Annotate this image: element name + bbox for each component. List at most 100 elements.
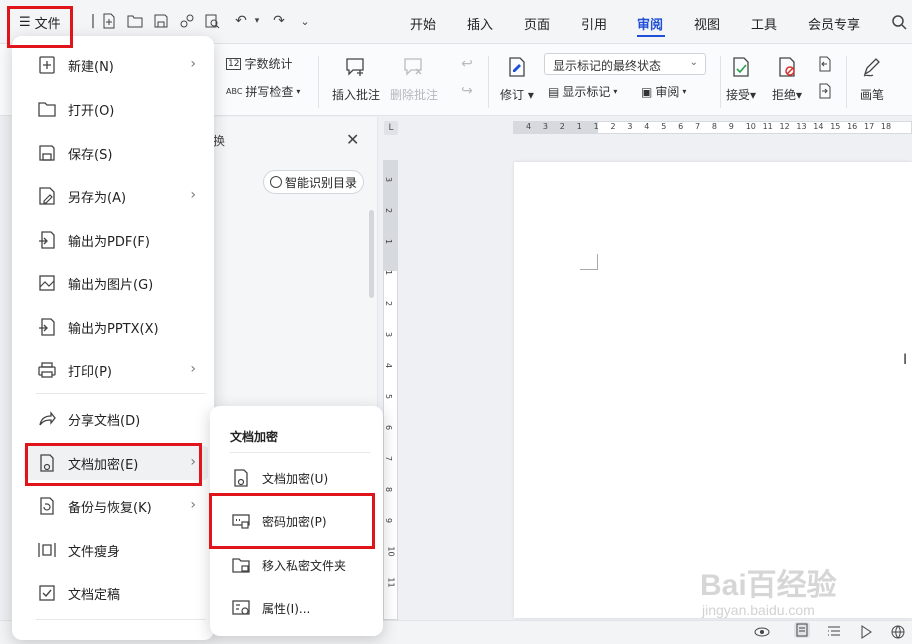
menu-item-export-pdf[interactable]: 输出为PDF(F) <box>24 223 208 257</box>
pen-button[interactable]: 画笔 <box>860 56 884 103</box>
undo-dropdown-icon[interactable]: ▾ <box>248 12 266 30</box>
chevron-right-icon: › <box>190 187 196 203</box>
ruler-tick-label: 8 <box>384 486 394 493</box>
ruler-tick-label: 2 <box>559 122 565 131</box>
ruler-tick-label: 5 <box>661 122 667 131</box>
markup-state-select[interactable]: 显示标记的最终状态 ⌄ <box>544 53 706 75</box>
save-icon <box>36 142 58 164</box>
outline-view-icon[interactable] <box>826 624 842 640</box>
tab-insert[interactable]: 插入 <box>467 14 493 33</box>
new-doc-icon[interactable] <box>100 12 118 30</box>
ribbon-divider <box>720 56 721 108</box>
next-revision-icon[interactable] <box>816 82 834 100</box>
hamburger-icon: ☰ <box>19 14 31 30</box>
menu-item-slim[interactable]: 文件瘦身 <box>24 533 208 567</box>
chevron-down-icon: ▾ <box>682 87 687 96</box>
delete-comment-button[interactable]: 删除批注 <box>390 56 438 103</box>
ruler-tick-label: 7 <box>695 122 701 131</box>
tab-reference[interactable]: 引用 <box>581 14 607 33</box>
show-markup-button[interactable]: ▤ 显示标记 ▾ <box>548 83 617 100</box>
word-count-icon: 12 <box>226 57 242 70</box>
tab-view[interactable]: 视图 <box>694 14 720 33</box>
ruler-tick-label: 4 <box>644 122 650 131</box>
ruler-tick-label: 16 <box>847 122 858 131</box>
globe-icon[interactable] <box>890 624 906 640</box>
nav-scrollbar[interactable] <box>369 210 374 298</box>
smart-toc-button[interactable]: 智能识别目录 <box>263 170 365 194</box>
menu-item-save-as[interactable]: 另存为(A) › <box>24 179 208 213</box>
menu-item-print[interactable]: 打印(P) › <box>24 353 208 387</box>
submenu-item-document-encrypt[interactable]: 文档加密(U) <box>218 460 375 496</box>
ruler-tick-label: 12 <box>779 122 790 131</box>
file-menu-label: 文件 <box>34 16 61 32</box>
chevron-right-icon: › <box>190 454 196 470</box>
print-preview-icon[interactable] <box>203 12 221 30</box>
play-icon[interactable] <box>858 624 874 640</box>
tab-page[interactable]: 页面 <box>524 14 550 33</box>
accept-button[interactable]: 接受▾ <box>726 56 756 103</box>
review-pane-button[interactable]: ▣ 审阅 ▾ <box>641 83 686 100</box>
search-icon[interactable] <box>890 13 908 31</box>
export-pdf-icon <box>36 229 58 251</box>
revise-button[interactable]: 修订 ▾ <box>500 56 534 103</box>
ruler-corner-icon[interactable]: L <box>384 121 398 135</box>
chevron-down-icon: ▾ <box>613 87 618 96</box>
ruler-tick-label: 10 <box>386 546 396 557</box>
menu-item-new[interactable]: 新建(N) › <box>24 48 208 82</box>
submenu-item-private-folder[interactable]: 移入私密文件夹 <box>218 547 375 583</box>
pen-icon <box>863 58 880 77</box>
more-chevron-icon[interactable]: ⌄ <box>296 12 314 30</box>
reject-button[interactable]: 拒绝▾ <box>772 56 802 103</box>
menu-divider <box>36 393 206 394</box>
open-folder-icon[interactable] <box>126 12 144 30</box>
menu-item-share[interactable]: 分享文档(D) <box>24 402 208 436</box>
insert-comment-button[interactable]: 插入批注 <box>332 56 380 103</box>
ruler-tick-label: 1 <box>384 238 394 245</box>
ruler-tick-label: 11 <box>386 577 396 588</box>
page-view-icon[interactable] <box>794 622 810 638</box>
tab-review[interactable]: 审阅 <box>637 14 663 33</box>
ruler-tick-label: 13 <box>796 122 807 131</box>
submenu-item-properties[interactable]: 属性(I)... <box>218 590 375 626</box>
prev-comment-icon[interactable]: ↩ <box>458 55 476 73</box>
encrypt-submenu: 文档加密 文档加密(U) 密码加密(P) 移入私密文件夹 属性(I)... <box>210 406 383 636</box>
tab-tools[interactable]: 工具 <box>751 14 777 33</box>
menu-item-finalize[interactable]: 文档定稿 <box>24 576 208 610</box>
menu-item-save[interactable]: 保存(S) <box>24 136 208 170</box>
tab-member[interactable]: 会员专享 <box>808 14 860 33</box>
next-comment-icon[interactable]: ↪ <box>458 82 476 100</box>
spell-check-icon: ABC <box>226 87 243 96</box>
menu-item-export-pptx[interactable]: 输出为PPTX(X) <box>24 310 208 344</box>
password-lock-icon <box>230 510 252 532</box>
save-icon[interactable] <box>152 12 170 30</box>
spell-check-button[interactable]: ABC 拼写检查 ▾ <box>226 83 300 100</box>
export-pptx-icon <box>36 316 58 338</box>
ruler-tick-label: 17 <box>864 122 875 131</box>
menu-item-export-image[interactable]: 输出为图片(G) <box>24 266 208 300</box>
menu-item-backup[interactable]: 备份与恢复(K) › <box>24 489 208 523</box>
close-icon[interactable]: ✕ <box>346 130 359 149</box>
eye-icon[interactable] <box>754 624 770 640</box>
share-link-icon[interactable] <box>178 12 196 30</box>
menu-item-open[interactable]: 打开(O) <box>24 92 208 126</box>
document-page[interactable] <box>514 162 912 618</box>
ruler-tick-label: 6 <box>678 122 684 131</box>
ruler-tick-label: 2 <box>384 207 394 214</box>
save-as-icon <box>36 185 58 207</box>
insert-comment-icon <box>346 58 364 76</box>
submenu-item-password-encrypt[interactable]: 密码加密(P) <box>218 503 375 539</box>
horizontal-ruler[interactable]: 4 3 2 1 1 2 3 4 5 6 7 8 9 10 11 12 13 14 15 16 17 18 <box>513 121 912 134</box>
menu-divider <box>36 619 206 620</box>
ruler-tick-label: 4 <box>526 122 532 131</box>
redo-icon[interactable]: ↷ <box>270 12 288 30</box>
prev-revision-icon[interactable] <box>816 55 834 73</box>
ruler-tick-label: 3 <box>384 331 394 338</box>
word-count-button[interactable]: 12 字数统计 <box>226 55 292 72</box>
vertical-ruler[interactable]: 3 2 1 1 2 3 4 5 6 7 8 9 10 11 <box>383 160 398 620</box>
accept-icon <box>733 57 749 77</box>
tab-home[interactable]: 开始 <box>410 14 436 33</box>
export-image-icon <box>36 272 58 294</box>
submenu-title: 文档加密 <box>230 430 279 444</box>
menu-item-encrypt[interactable]: 文档加密(E) › <box>24 446 208 480</box>
file-menu-button[interactable]: ☰ 文件 <box>13 10 67 34</box>
